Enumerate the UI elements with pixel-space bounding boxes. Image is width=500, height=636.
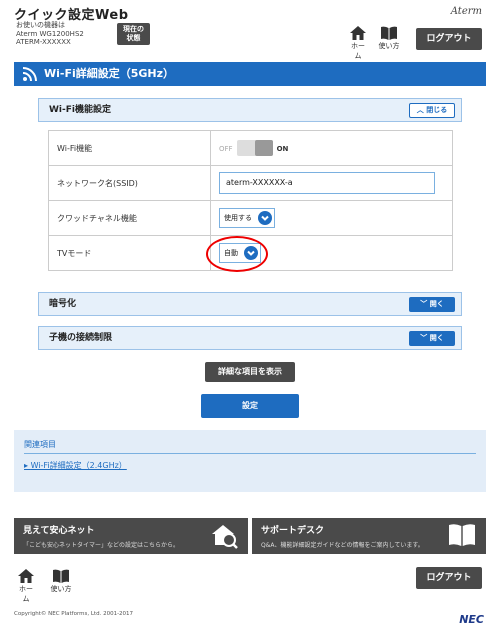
related-link-text: Wi-Fi詳細設定（2.4GHz）: [30, 461, 127, 470]
chevron-down-icon: ﹀: [420, 334, 428, 342]
row-label-tv-mode: TVモード: [48, 235, 211, 271]
row-label-wifi: Wi-Fi機能: [48, 130, 211, 166]
home-nav[interactable]: ホーム: [348, 26, 368, 61]
copyright: Copyright© NEC Platforms, Ltd. 2001-2017: [14, 611, 134, 617]
expand-button[interactable]: ﹀ 開く: [409, 297, 455, 312]
switch-on-label: ON: [276, 144, 289, 153]
footer-howto-nav[interactable]: 使い方: [50, 569, 72, 594]
support-desk-banner[interactable]: サポートデスク Q&A、機能詳細設定ガイドなどの情報をご案内しています。: [252, 518, 486, 554]
nec-logo: NEC: [459, 613, 484, 626]
encryption-section-header[interactable]: 暗号化 ﹀ 開く: [38, 292, 462, 316]
related-link-2-4ghz[interactable]: ▸ Wi-Fi詳細設定（2.4GHz）: [24, 460, 127, 471]
restriction-section-title: 子機の接続制限: [49, 333, 113, 343]
home-label: ホーム: [351, 42, 365, 60]
home-icon: [18, 569, 34, 583]
expand-label: 開く: [429, 334, 444, 342]
collapse-button[interactable]: ︿ 閉じる: [409, 103, 455, 118]
table-row: Wi-Fi機能 OFF ON: [48, 130, 453, 166]
show-details-button[interactable]: 詳細な項目を表示: [205, 362, 295, 382]
chevron-up-icon: ︿: [416, 106, 424, 114]
page-title-bar: Wi-Fi詳細設定（5GHz）: [14, 62, 486, 86]
table-row: クワッドチャネル機能 使用する: [48, 200, 453, 236]
current-status-button[interactable]: 現在の 状態: [117, 23, 150, 45]
promo-subtitle: 「こども安心ネットタイマー」などの設定はこちらから。: [23, 542, 180, 549]
quad-channel-value: 使用する: [224, 214, 252, 222]
home-label: ホーム: [19, 585, 33, 603]
expand-button[interactable]: ﹀ 開く: [409, 331, 455, 346]
row-label-quad-channel: クワッドチャネル機能: [48, 200, 211, 236]
book-icon: [53, 569, 69, 583]
connection-restriction-section-header[interactable]: 子機の接続制限 ﹀ 開く: [38, 326, 462, 350]
mieteanshin-net-banner[interactable]: 見えて安心ネット 「こども安心ネットタイマー」などの設定はこちらから。: [14, 518, 248, 554]
howto-label: 使い方: [50, 585, 72, 593]
page-title: Wi-Fi詳細設定（5GHz）: [44, 67, 175, 80]
home-icon: [350, 26, 366, 40]
quad-channel-cell: 使用する: [210, 200, 453, 236]
status-button-line2: 状態: [126, 33, 141, 42]
header: クイック設定Web お使いの機器は Aterm WG1200HS2 ATERM-…: [0, 0, 500, 60]
footer-logout-button[interactable]: ログアウト: [416, 567, 482, 589]
ssid-cell: aterm-XXXXXX-a: [210, 165, 453, 201]
howto-label: 使い方: [378, 42, 400, 50]
aterm-logo: Aterm: [450, 6, 482, 17]
wifi-toggle[interactable]: OFF ON: [219, 140, 288, 156]
row-label-ssid: ネットワーク名(SSID): [48, 165, 211, 201]
wifi-function-section-header[interactable]: Wi-Fi機能設定 ︿ 閉じる: [38, 98, 462, 122]
switch-knob[interactable]: [254, 140, 273, 156]
logout-button[interactable]: ログアウト: [416, 28, 482, 50]
table-row: ネットワーク名(SSID) aterm-XXXXXX-a: [48, 165, 453, 201]
wifi-icon: [23, 67, 37, 81]
howto-nav[interactable]: 使い方: [378, 26, 400, 51]
device-info-label: お使いの機器は: [16, 21, 65, 29]
encryption-section-title: 暗号化: [49, 299, 77, 309]
related-items: 関連項目 ▸ Wi-Fi詳細設定（2.4GHz）: [14, 430, 486, 492]
collapse-label: 閉じる: [426, 106, 448, 114]
status-button-line1: 現在の: [123, 25, 144, 33]
chevron-down-icon: ﹀: [420, 300, 428, 308]
expand-label: 開く: [429, 300, 444, 308]
quad-channel-select[interactable]: 使用する: [219, 208, 275, 228]
ssid-input[interactable]: aterm-XXXXXX-a: [219, 172, 435, 194]
book-icon: [381, 26, 397, 40]
promo-title: 見えて安心ネット: [23, 526, 95, 536]
related-heading: 関連項目: [24, 440, 56, 449]
promo-title: サポートデスク: [261, 526, 325, 536]
wifi-section-title: Wi-Fi機能設定: [49, 105, 111, 115]
device-info: お使いの機器は Aterm WG1200HS2 ATERM-XXXXXX: [16, 21, 84, 47]
device-model: Aterm WG1200HS2: [16, 29, 84, 38]
highlight-circle: [206, 236, 268, 272]
switch-off-label: OFF: [219, 144, 233, 153]
book-icon: [449, 524, 475, 546]
divider: [24, 453, 476, 454]
wifi-toggle-cell: OFF ON: [210, 130, 453, 166]
footer-home-nav[interactable]: ホーム: [16, 569, 36, 604]
switch-track[interactable]: [236, 140, 273, 156]
submit-button[interactable]: 設定: [201, 394, 299, 418]
promo-subtitle: Q&A、機能詳細設定ガイドなどの情報をご案内しています。: [261, 542, 424, 549]
device-name: ATERM-XXXXXX: [16, 38, 71, 46]
house-search-icon: [212, 525, 238, 549]
chevron-down-icon: [258, 211, 272, 225]
